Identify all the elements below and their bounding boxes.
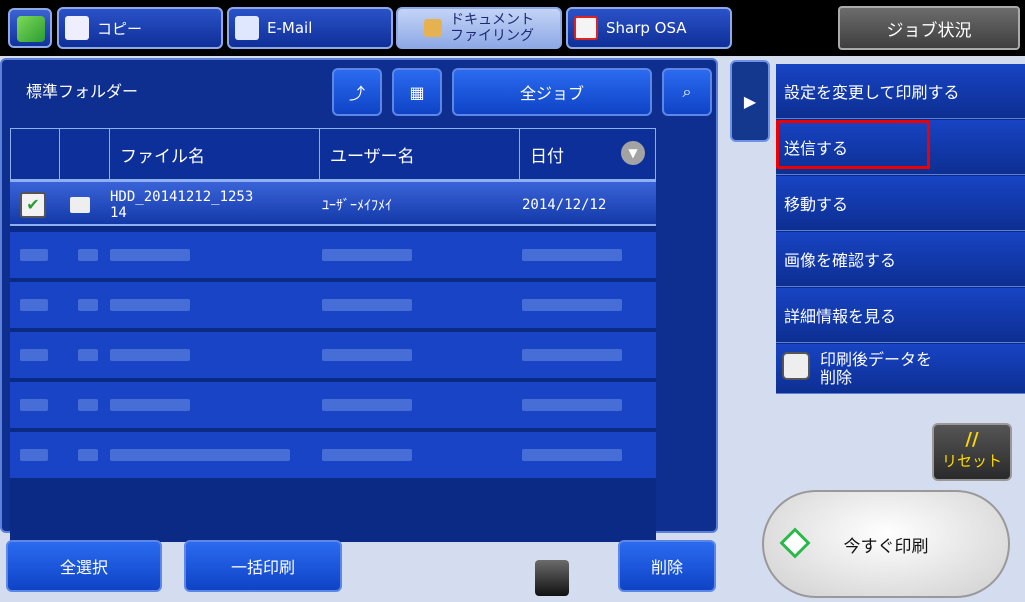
trash-icon	[535, 560, 569, 596]
osa-icon	[574, 16, 598, 40]
file-list-panel: 標準フォルダー ⤴ ▦ 全ジョブ ⌕ ファイル名 ユーザー名 日付 ▼ ✔ HD…	[0, 58, 718, 542]
view-details-button[interactable]: 詳細情報を見る	[776, 288, 1025, 343]
table-row-selected[interactable]: ✔ HDD_20141212_1253 14 ﾕｰｻﾞｰﾒｲﾌﾒｲ 2014/1…	[10, 180, 656, 226]
col-select	[11, 129, 59, 179]
job-status-button[interactable]: ジョブ状況	[838, 6, 1020, 50]
reset-label: リセット	[941, 452, 1002, 470]
delete-button[interactable]: 削除	[618, 540, 716, 592]
job-status-label: ジョブ状況	[886, 20, 972, 41]
col-date-label: 日付	[530, 146, 564, 167]
check-icon: ✔	[20, 192, 46, 218]
tab-document-filing-label: ドキュメント ファイリング	[450, 12, 534, 44]
selection-highlight	[776, 120, 930, 169]
table-row[interactable]	[10, 282, 656, 328]
tab-sharp-osa[interactable]: Sharp OSA	[566, 7, 732, 49]
col-date-header[interactable]: 日付 ▼	[519, 129, 655, 179]
table-row[interactable]	[10, 232, 656, 278]
table-header: ファイル名 ユーザー名 日付 ▼	[10, 128, 656, 180]
row-checkbox[interactable]: ✔	[20, 182, 48, 228]
up-folder-button[interactable]: ⤴	[332, 68, 382, 116]
search-icon: ⌕	[682, 82, 692, 101]
table-row[interactable]	[10, 382, 656, 428]
row-user: ﾕｰｻﾞｰﾒｲﾌﾒｲ	[322, 198, 392, 214]
up-arrow-icon: ⤴	[348, 84, 365, 103]
file-table: ファイル名 ユーザー名 日付 ▼ ✔ HDD_20141212_1253 14 …	[10, 128, 656, 542]
col-type	[59, 129, 109, 179]
tab-email-label: E-Mail	[267, 19, 313, 37]
print-with-settings-button[interactable]: 設定を変更して印刷する	[776, 64, 1025, 119]
table-row[interactable]	[10, 432, 656, 478]
delete-after-print-toggle[interactable]: 印刷後データを 削除	[776, 344, 1025, 394]
folder-icon	[424, 19, 442, 37]
tab-copy-label: コピー	[97, 19, 143, 38]
table-row[interactable]	[10, 332, 656, 378]
col-user-header[interactable]: ユーザー名	[319, 129, 519, 179]
home-icon[interactable]	[8, 8, 52, 48]
reset-button[interactable]: // リセット	[932, 423, 1012, 481]
all-jobs-label: 全ジョブ	[519, 84, 584, 103]
thumbnail-view-button[interactable]: ▦	[392, 68, 442, 116]
play-icon: ▶	[743, 91, 757, 111]
tab-document-filing[interactable]: ドキュメント ファイリング	[396, 7, 562, 49]
print-now-button[interactable]: 今すぐ印刷	[762, 490, 1010, 598]
tab-sharp-osa-label: Sharp OSA	[606, 19, 687, 37]
batch-print-button[interactable]: 一括印刷	[184, 540, 342, 592]
move-button[interactable]: 移動する	[776, 176, 1025, 231]
email-icon	[235, 16, 259, 40]
reset-mark-icon: //	[965, 429, 979, 450]
tab-email[interactable]: E-Mail	[227, 7, 393, 49]
col-filename-header[interactable]: ファイル名	[109, 129, 319, 179]
check-image-button[interactable]: 画像を確認する	[776, 232, 1025, 287]
row-filename: HDD_20141212_1253 14	[110, 189, 254, 221]
start-diamond-icon	[779, 527, 811, 559]
tab-copy[interactable]: コピー	[57, 7, 223, 49]
folder-title: 標準フォルダー	[26, 82, 139, 101]
delete-after-print-checkbox[interactable]	[782, 352, 810, 380]
document-icon	[70, 182, 100, 228]
all-jobs-button[interactable]: 全ジョブ	[452, 68, 652, 116]
side-menu: 設定を変更して印刷する 送信する 移動する 画像を確認する 詳細情報を見る 印刷…	[776, 64, 1025, 394]
print-now-label: 今すぐ印刷	[843, 536, 929, 557]
row-date: 2014/12/12	[522, 197, 607, 213]
grid-icon: ▦	[409, 82, 425, 102]
side-panel-toggle[interactable]: ▶	[730, 60, 770, 142]
select-all-button[interactable]: 全選択	[6, 540, 162, 592]
sort-down-icon: ▼	[621, 141, 645, 165]
copy-icon	[65, 16, 89, 40]
search-button[interactable]: ⌕	[662, 68, 712, 116]
